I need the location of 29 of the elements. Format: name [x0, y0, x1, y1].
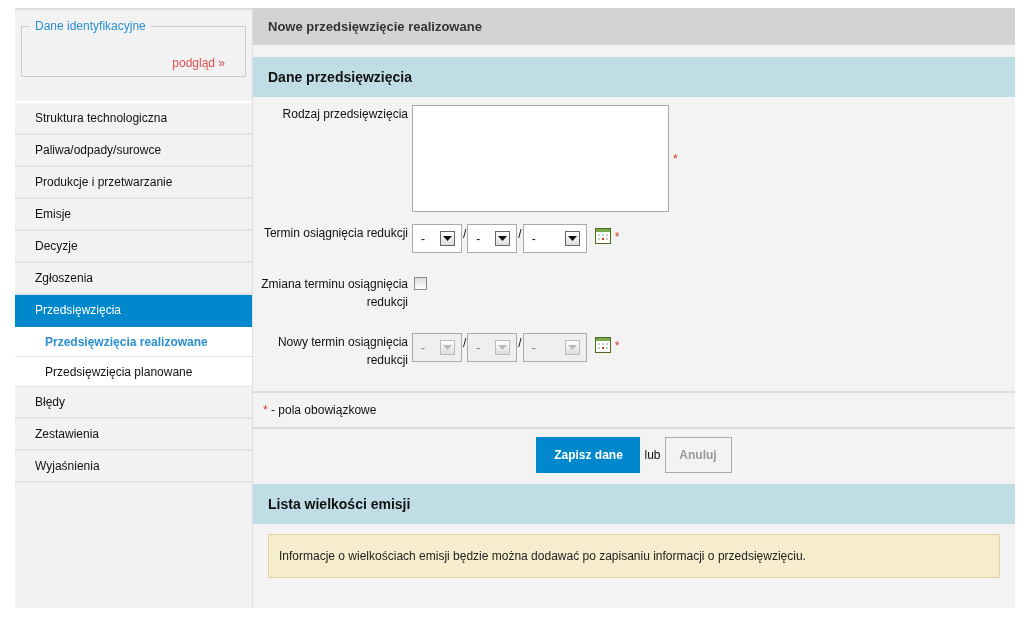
- page-title: Nowe przedsięwzięcie realizowane: [253, 8, 1015, 45]
- select-field[interactable]: -: [412, 224, 462, 253]
- sidebar-subitem[interactable]: Przedsięwzięcia planowane: [15, 357, 252, 387]
- separator-text: /: [518, 335, 522, 352]
- info-message: Informacje o wielkościach emisji będzie można dodawać po zapisaniu informacji o przedsięwzięciu.: [268, 534, 1000, 578]
- calendar-icon[interactable]: [594, 228, 611, 244]
- sidebar-subitem[interactable]: Przedsięwzięcia realizowane: [15, 327, 252, 357]
- required-note: * - pola obowiązkowe: [253, 391, 1015, 429]
- checkbox[interactable]: [414, 277, 427, 290]
- sidebar-item[interactable]: Przedsięwzięcia: [15, 295, 252, 327]
- save-button[interactable]: Zapisz dane: [536, 437, 641, 473]
- section-header: Lista wielkości emisji: [253, 484, 1015, 524]
- required-mark: *: [614, 338, 620, 355]
- select-field[interactable]: -: [467, 224, 518, 253]
- preview-link[interactable]: podgląd »: [172, 54, 225, 72]
- calendar-icon[interactable]: [594, 337, 611, 353]
- field-label: Termin osiągnięcia redukcji: [262, 225, 409, 242]
- section-header: Dane przedsięwzięcia: [253, 57, 1015, 97]
- required-mark: *: [614, 229, 620, 246]
- separator-text: /: [518, 226, 522, 243]
- separator-text: /: [463, 226, 467, 243]
- field-label: Nowy termin osiągnięcia redukcji: [276, 334, 409, 369]
- or-text: lub: [644, 447, 661, 464]
- separator-text: /: [463, 335, 467, 352]
- required-mark: *: [673, 150, 678, 168]
- field-label: Rodzaj przedsięwzięcia: [281, 106, 409, 123]
- field-label: Zmiana terminu osiągnięcia redukcji: [260, 276, 409, 311]
- select-field[interactable]: -: [522, 224, 587, 253]
- panel-legend: Dane identyfikacyjne: [30, 19, 151, 33]
